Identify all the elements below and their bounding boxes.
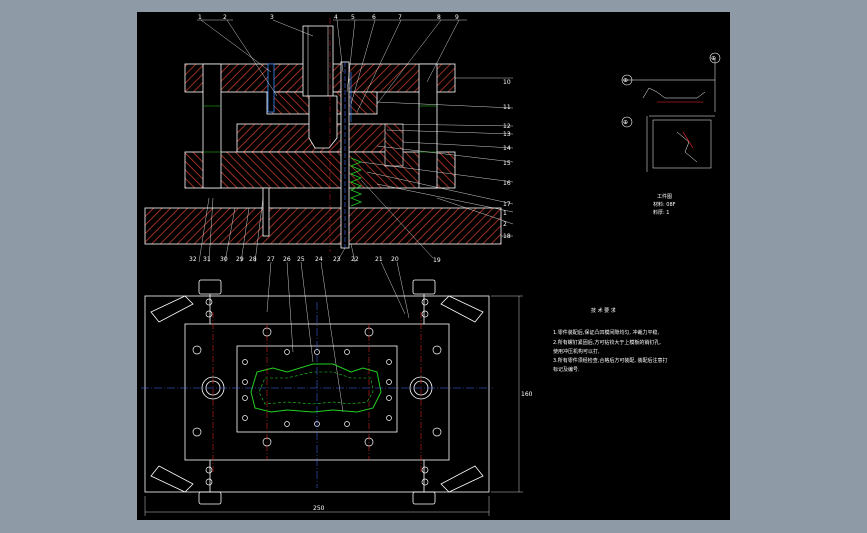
- section-label-7: 7: [398, 14, 402, 21]
- section-label-9: 9: [455, 14, 459, 21]
- technical-requirements: 技 术 要 求 1.零件装配后,保证凸凹模间隙均匀, 冲裁力平稳, 2.所有螺钉…: [553, 307, 668, 373]
- section-label-8: 8: [437, 14, 441, 21]
- tech-note-3: 使用冲压机构可以打,: [553, 348, 600, 355]
- plan-label-28: 28: [249, 256, 257, 263]
- section-label-12: 12: [503, 123, 511, 130]
- die-shank: [302, 25, 334, 97]
- plan-label-21: 21: [375, 256, 383, 263]
- section-label-5: 5: [351, 14, 355, 21]
- plan-screws: [192, 298, 442, 486]
- section-label-18: 18: [503, 233, 511, 240]
- section-label-6: 6: [372, 14, 376, 21]
- tech-note-1: 1.零件装配后,保证凸凹模间隙均匀, 冲裁力平稳,: [553, 329, 660, 336]
- section-label-14: 14: [503, 145, 511, 152]
- plan-label-22: 22: [351, 256, 359, 263]
- detail-caption-3: 料厚: 1: [653, 209, 669, 216]
- section-label-1b: 1: [503, 210, 507, 217]
- tech-note-5: 标记及编号.: [553, 366, 580, 373]
- plan-label-23: 23: [333, 256, 341, 263]
- plan-label-24: 24: [315, 256, 323, 263]
- plan-width-dimension: 250: [313, 505, 325, 512]
- drawing-sheet: 1 2 3 4 5 6 7 8 9 10 11 12 13 14 15 16 1…: [137, 12, 730, 520]
- plan-height-dimension: 160: [521, 391, 533, 398]
- detail-plan-outline: [652, 119, 712, 169]
- tech-notes-title: 技 术 要 求: [591, 307, 616, 314]
- plan-label-29: 29: [236, 256, 244, 263]
- plan-label-27: 27: [267, 256, 275, 263]
- section-label-15: 15: [503, 160, 511, 167]
- guide-pillar-left: [202, 63, 222, 189]
- detail-symbol-a: ⊕: [623, 77, 628, 84]
- base-plate: [144, 207, 502, 245]
- section-label-2: 2: [223, 14, 227, 21]
- section-label-11: 11: [503, 104, 511, 111]
- workpiece-detail: ⊕ ⊕ ⊕ 工件图 材料: 08F 料厚: 1: [621, 52, 721, 216]
- detail-symbol-b: ⊕: [623, 119, 628, 126]
- tech-note-2: 2.所有螺钉紧固后,方可钻铰大于上模板的销钉孔,: [553, 339, 661, 346]
- guide-pillar-right: [418, 63, 438, 189]
- section-label-3: 3: [270, 14, 274, 21]
- section-label-13: 13: [503, 131, 511, 138]
- section-label-16: 16: [503, 180, 511, 187]
- screw-lower: [262, 187, 270, 237]
- section-label-4: 4: [334, 14, 338, 21]
- section-label-1: 1: [198, 14, 202, 21]
- detail-caption-1: 工件图: [657, 193, 672, 200]
- section-label-10: 10: [503, 79, 511, 86]
- screw-upper: [267, 63, 275, 113]
- plan-label-31: 31: [203, 256, 211, 263]
- section-label-2b: 2: [503, 221, 507, 228]
- detail-profile: [642, 87, 706, 99]
- plan-guide-bolts: [198, 279, 436, 505]
- plan-labels: 32 31 30 29 28 27 26 25 24 23 22 21 20: [189, 256, 399, 263]
- plan-label-25: 25: [297, 256, 305, 263]
- tech-note-4: 3.所有零件须经检查,合格后方可装配, 装配后注意打: [553, 357, 668, 364]
- plan-label-32: 32: [189, 256, 197, 263]
- die-assembly-drawing: 1 2 3 4 5 6 7 8 9 10 11 12 13 14 15 16 1…: [141, 14, 721, 516]
- punch: [308, 95, 338, 149]
- plan-label-30: 30: [220, 256, 228, 263]
- section-label-17: 17: [503, 201, 511, 208]
- plan-label-20: 20: [391, 256, 399, 263]
- plan-label-26: 26: [283, 256, 291, 263]
- plan-view: 250 160: [141, 279, 533, 516]
- section-label-19: 19: [433, 257, 441, 264]
- detail-symbol-c: ⊕: [711, 55, 716, 62]
- plan-dimension-lines: [144, 295, 523, 516]
- detail-caption-2: 材料: 08F: [653, 201, 676, 208]
